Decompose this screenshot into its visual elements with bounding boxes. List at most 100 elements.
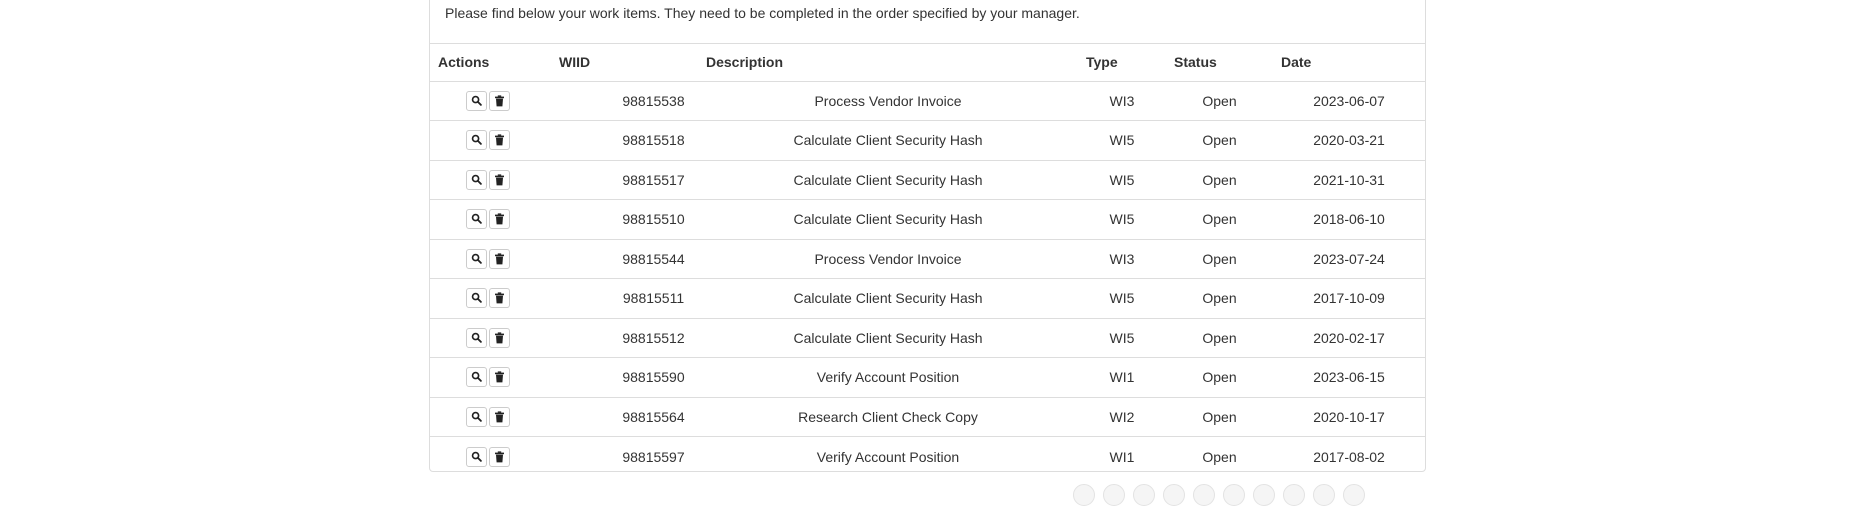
view-button[interactable] — [466, 90, 487, 111]
view-button[interactable] — [466, 209, 487, 230]
cell-date: 2017-08-02 — [1273, 436, 1425, 476]
page-prev-button[interactable] — [1073, 484, 1095, 506]
intro-text: Please find below your work items. They … — [445, 5, 1080, 21]
cell-wiid: 98815512 — [551, 317, 698, 358]
row-actions — [430, 357, 551, 397]
cell-date: 2018-06-10 — [1273, 199, 1425, 239]
cell-date: 2021-10-31 — [1273, 159, 1425, 200]
cell-type: WI5 — [1078, 278, 1166, 318]
view-button[interactable] — [466, 406, 487, 427]
cell-status: Open — [1166, 159, 1273, 200]
row-actions — [430, 159, 551, 200]
cell-date: 2020-02-17 — [1273, 317, 1425, 358]
delete-button[interactable] — [489, 288, 510, 309]
page-button[interactable] — [1193, 484, 1215, 506]
cell-status: Open — [1166, 278, 1273, 318]
cell-wiid: 98815564 — [551, 396, 698, 437]
cell-wiid: 98815597 — [551, 436, 698, 476]
cell-date: 2023-07-24 — [1273, 238, 1425, 279]
cell-status: Open — [1166, 238, 1273, 279]
delete-button[interactable] — [489, 169, 510, 190]
delete-button[interactable] — [489, 130, 510, 151]
page-button[interactable] — [1163, 484, 1185, 506]
cell-status: Open — [1166, 199, 1273, 239]
cell-wiid: 98815511 — [551, 278, 698, 318]
row-actions — [430, 199, 551, 239]
table-header-row: Actions WIID Description Type Status Dat… — [430, 44, 1425, 82]
cell-status: Open — [1202, 92, 1237, 109]
table-row: 98815538 Process Vendor Invoice WI3 Open 202… — [430, 81, 1425, 121]
table-row: 98815597 Verify Account Position WI1 Open 20… — [430, 436, 1425, 476]
cell-type: WI3 — [1109, 92, 1135, 109]
cell-description: Calculate Client Security Hash — [698, 159, 1078, 200]
row-actions — [430, 396, 551, 437]
cell-description: Calculate Client Security Hash — [698, 120, 1078, 160]
cell-date: 2020-10-17 — [1273, 396, 1425, 437]
cell-status: Open — [1166, 317, 1273, 358]
cell-wiid: 98815538 — [622, 92, 685, 109]
view-button[interactable] — [466, 130, 487, 151]
view-button[interactable] — [466, 288, 487, 309]
page-button[interactable] — [1283, 484, 1305, 506]
cell-date: 2023-06-07 — [1313, 92, 1385, 109]
cell-wiid: 98815510 — [551, 199, 698, 239]
delete-button[interactable] — [489, 248, 510, 269]
header-actions: Actions — [430, 44, 551, 82]
work-items-panel: Please find below your work items. They … — [429, 0, 1426, 476]
cell-description: Calculate Client Security Hash — [698, 199, 1078, 239]
delete-button[interactable] — [489, 406, 510, 427]
page-button[interactable] — [1103, 484, 1125, 506]
cell-description: Verify Account Position — [698, 436, 1078, 476]
cell-type: WI1 — [1078, 436, 1166, 476]
header-wiid[interactable]: WIID — [551, 44, 698, 82]
cell-description: Process Vendor Invoice — [814, 92, 962, 109]
page-button[interactable] — [1253, 484, 1275, 506]
cell-wiid: 98815590 — [551, 357, 698, 397]
header-description[interactable]: Description — [698, 44, 1078, 82]
page-button[interactable] — [1133, 484, 1155, 506]
cell-wiid: 98815517 — [551, 159, 698, 200]
cell-type: WI3 — [1078, 238, 1166, 279]
delete-button[interactable] — [489, 90, 510, 111]
table-row: 98815564 Research Client Check Copy WI2 Ope… — [430, 396, 1425, 437]
delete-button[interactable] — [489, 446, 510, 467]
cell-date: 2023-06-15 — [1273, 357, 1425, 397]
delete-button[interactable] — [489, 327, 510, 348]
header-status[interactable]: Status — [1166, 44, 1273, 82]
view-button[interactable] — [466, 446, 487, 467]
header-type[interactable]: Type — [1078, 44, 1166, 82]
delete-button[interactable] — [489, 367, 510, 388]
row-actions — [430, 120, 551, 160]
delete-button[interactable] — [489, 209, 510, 230]
cell-status: Open — [1166, 436, 1273, 476]
view-button[interactable] — [466, 327, 487, 348]
page-next-button[interactable] — [1343, 484, 1365, 506]
cell-date: 2020-03-21 — [1273, 120, 1425, 160]
table-row: 98815590 Verify Account Position WI1 Open 20… — [430, 357, 1425, 397]
table-row: 98815512 Calculate Client Security Hash WI… — [430, 317, 1425, 358]
row-actions — [430, 317, 551, 358]
cell-type: WI5 — [1078, 120, 1166, 160]
table-row: 98815518 Calculate Client Security Hash WI… — [430, 120, 1425, 160]
page-button[interactable] — [1313, 484, 1335, 506]
page-button[interactable] — [1223, 484, 1245, 506]
view-button[interactable] — [466, 169, 487, 190]
cell-type: WI1 — [1078, 357, 1166, 397]
table-row: 98815544 Process Vendor Invoice WI3 Open 202… — [430, 238, 1425, 279]
row-actions — [430, 278, 551, 318]
view-button[interactable] — [466, 367, 487, 388]
row-actions — [430, 436, 551, 476]
table-row: 98815517 Calculate Client Security Hash WI… — [430, 159, 1425, 200]
cell-description: Verify Account Position — [698, 357, 1078, 397]
cell-wiid: 98815518 — [551, 120, 698, 160]
header-date[interactable]: Date — [1273, 44, 1425, 82]
cell-status: Open — [1166, 357, 1273, 397]
cell-type: WI5 — [1078, 317, 1166, 358]
cell-description: Calculate Client Security Hash — [698, 317, 1078, 358]
cell-description: Calculate Client Security Hash — [698, 278, 1078, 318]
cell-status: Open — [1166, 396, 1273, 437]
view-button[interactable] — [466, 248, 487, 269]
cell-status: Open — [1166, 120, 1273, 160]
table-row: 98815511 Calculate Client Security Hash WI… — [430, 278, 1425, 318]
row-actions — [430, 238, 551, 279]
